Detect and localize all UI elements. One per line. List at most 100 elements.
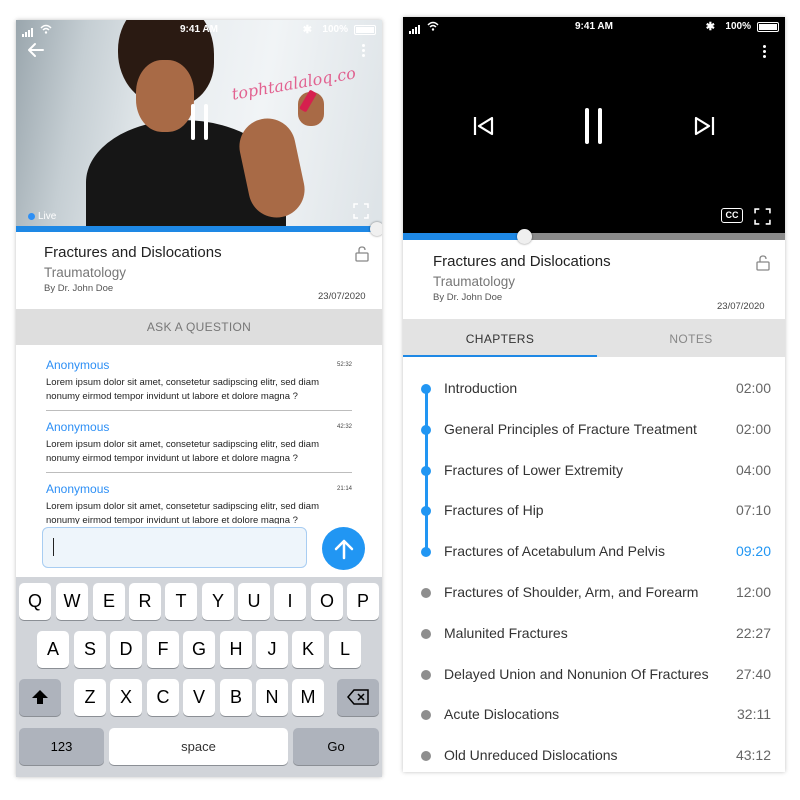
- chapter-time: 04:00: [735, 461, 771, 478]
- key-z[interactable]: Z: [74, 679, 106, 716]
- battery-percent: 100%: [725, 21, 751, 32]
- fullscreen-icon[interactable]: [754, 208, 771, 225]
- question-text: Lorem ipsum dolor sit amet, consetetur s…: [46, 439, 319, 464]
- key-j[interactable]: J: [256, 631, 288, 668]
- key-w[interactable]: W: [56, 583, 88, 620]
- chapter-item[interactable]: General Principles of Fracture Treatment…: [403, 409, 785, 449]
- chapter-time: 22:27: [735, 624, 771, 641]
- space-key[interactable]: space: [109, 728, 288, 765]
- progress-knob[interactable]: [517, 229, 532, 244]
- course-author: By Dr. John Doe: [433, 292, 503, 303]
- key-p[interactable]: P: [347, 583, 379, 620]
- chapter-item[interactable]: Fractures of Lower Extremity 04:00: [403, 450, 785, 490]
- key-g[interactable]: G: [183, 631, 215, 668]
- key-n[interactable]: N: [256, 679, 288, 716]
- key-e[interactable]: E: [93, 583, 125, 620]
- progress-knob[interactable]: [370, 222, 382, 236]
- key-s[interactable]: S: [74, 631, 106, 668]
- key-q[interactable]: Q: [19, 583, 51, 620]
- chapter-title: Acute Dislocations: [444, 706, 560, 723]
- battery-percent: 100%: [322, 24, 348, 35]
- chapter-item[interactable]: Old Unreduced Dislocations 43:12: [403, 735, 785, 772]
- chapter-dot: [421, 751, 431, 762]
- question-author: Anonymous: [46, 482, 110, 496]
- battery-icon: [354, 25, 376, 35]
- tab-chapters[interactable]: CHAPTERS: [403, 319, 597, 357]
- numbers-key[interactable]: 123: [19, 728, 104, 765]
- course-date: 23/07/2020: [717, 301, 765, 312]
- key-h[interactable]: H: [220, 631, 252, 668]
- key-l[interactable]: L: [329, 631, 361, 668]
- question-input[interactable]: [42, 527, 307, 568]
- tab-notes[interactable]: NOTES: [597, 319, 785, 357]
- course-info: Fractures and Dislocations Traumatology …: [433, 253, 611, 303]
- send-button[interactable]: [322, 527, 365, 570]
- course-info: Fractures and Dislocations Traumatology …: [44, 244, 222, 294]
- pause-icon[interactable]: [583, 108, 607, 144]
- chapter-dot: [421, 465, 431, 476]
- key-i[interactable]: I: [274, 583, 306, 620]
- text-caret: [53, 538, 54, 556]
- key-k[interactable]: K: [292, 631, 324, 668]
- key-d[interactable]: D: [110, 631, 142, 668]
- video-player[interactable]: 9:41 AM ✱ 100% CC: [403, 17, 785, 233]
- key-u[interactable]: U: [238, 583, 270, 620]
- video-player[interactable]: tophtaalaloq.co 9:41 AM ✱ 100% Live: [16, 20, 382, 226]
- chapter-time: 27:40: [735, 665, 771, 682]
- chapter-item[interactable]: Fractures of Hip 07:10: [403, 490, 785, 530]
- chapter-title: Fractures of Lower Extremity: [444, 461, 623, 478]
- key-c[interactable]: C: [147, 679, 179, 716]
- chapter-item[interactable]: Acute Dislocations 32:11: [403, 694, 785, 734]
- fullscreen-icon[interactable]: [353, 203, 369, 219]
- key-o[interactable]: O: [311, 583, 343, 620]
- status-bar: 9:41 AM ✱ 100%: [403, 17, 785, 37]
- key-t[interactable]: T: [165, 583, 197, 620]
- backspace-key[interactable]: [337, 679, 379, 716]
- chapter-item[interactable]: Fractures of Shoulder, Arm, and Forearm 1…: [403, 572, 785, 612]
- whiteboard-writing: tophtaalaloq.co: [230, 63, 358, 104]
- key-r[interactable]: R: [129, 583, 161, 620]
- key-y[interactable]: Y: [202, 583, 234, 620]
- pause-icon[interactable]: [189, 104, 211, 140]
- question-item: Anonymous 21:14 Lorem ipsum dolor sit am…: [46, 482, 352, 524]
- on-screen-keyboard: Q W E R T Y U I O P A S D F G H J K L Z …: [16, 577, 382, 777]
- course-title: Fractures and Dislocations: [433, 253, 611, 270]
- unlock-icon[interactable]: [355, 246, 369, 262]
- key-m[interactable]: M: [292, 679, 324, 716]
- chapter-item[interactable]: Fractures of Acetabulum And Pelvis 09:20: [403, 531, 785, 571]
- shift-key[interactable]: [19, 679, 61, 716]
- right-phone-screen: 9:41 AM ✱ 100% CC Fractures and Dislocat…: [403, 17, 785, 772]
- go-key[interactable]: Go: [293, 728, 379, 765]
- key-b[interactable]: B: [220, 679, 252, 716]
- divider: [46, 472, 352, 473]
- chapter-time: 07:10: [735, 502, 771, 519]
- chapter-time: 43:12: [735, 747, 771, 764]
- skip-next-icon[interactable]: [693, 116, 715, 136]
- presenter-face: [136, 60, 194, 132]
- chapter-item[interactable]: Malunited Fractures 22:27: [403, 613, 785, 653]
- course-author: By Dr. John Doe: [44, 283, 114, 294]
- chapter-item[interactable]: Introduction 02:00: [403, 368, 785, 408]
- key-f[interactable]: F: [147, 631, 179, 668]
- closed-captions-button[interactable]: CC: [721, 208, 743, 223]
- more-options-icon[interactable]: [362, 44, 366, 60]
- video-progress-bar[interactable]: [403, 229, 785, 244]
- more-options-icon[interactable]: [763, 45, 767, 61]
- video-progress-bar[interactable]: [16, 222, 382, 236]
- back-arrow-icon[interactable]: [26, 40, 46, 60]
- divider: [46, 410, 352, 411]
- question-time: 21:14: [336, 486, 352, 492]
- chapter-title: Fractures of Shoulder, Arm, and Forearm: [444, 584, 699, 600]
- chapter-dot: [421, 710, 431, 721]
- key-a[interactable]: A: [37, 631, 69, 668]
- ask-question-bar[interactable]: ASK A QUESTION: [16, 309, 382, 345]
- question-text: Lorem ipsum dolor sit amet, consetetur s…: [46, 501, 319, 524]
- live-indicator: Live: [28, 211, 56, 222]
- chapter-title: Fractures of Acetabulum And Pelvis: [444, 543, 665, 560]
- skip-previous-icon[interactable]: [473, 116, 495, 136]
- shift-icon: [32, 690, 48, 704]
- key-x[interactable]: X: [110, 679, 142, 716]
- key-v[interactable]: V: [183, 679, 215, 716]
- unlock-icon[interactable]: [756, 255, 770, 271]
- chapter-item[interactable]: Delayed Union and Nonunion Of Fractures 2…: [403, 654, 785, 694]
